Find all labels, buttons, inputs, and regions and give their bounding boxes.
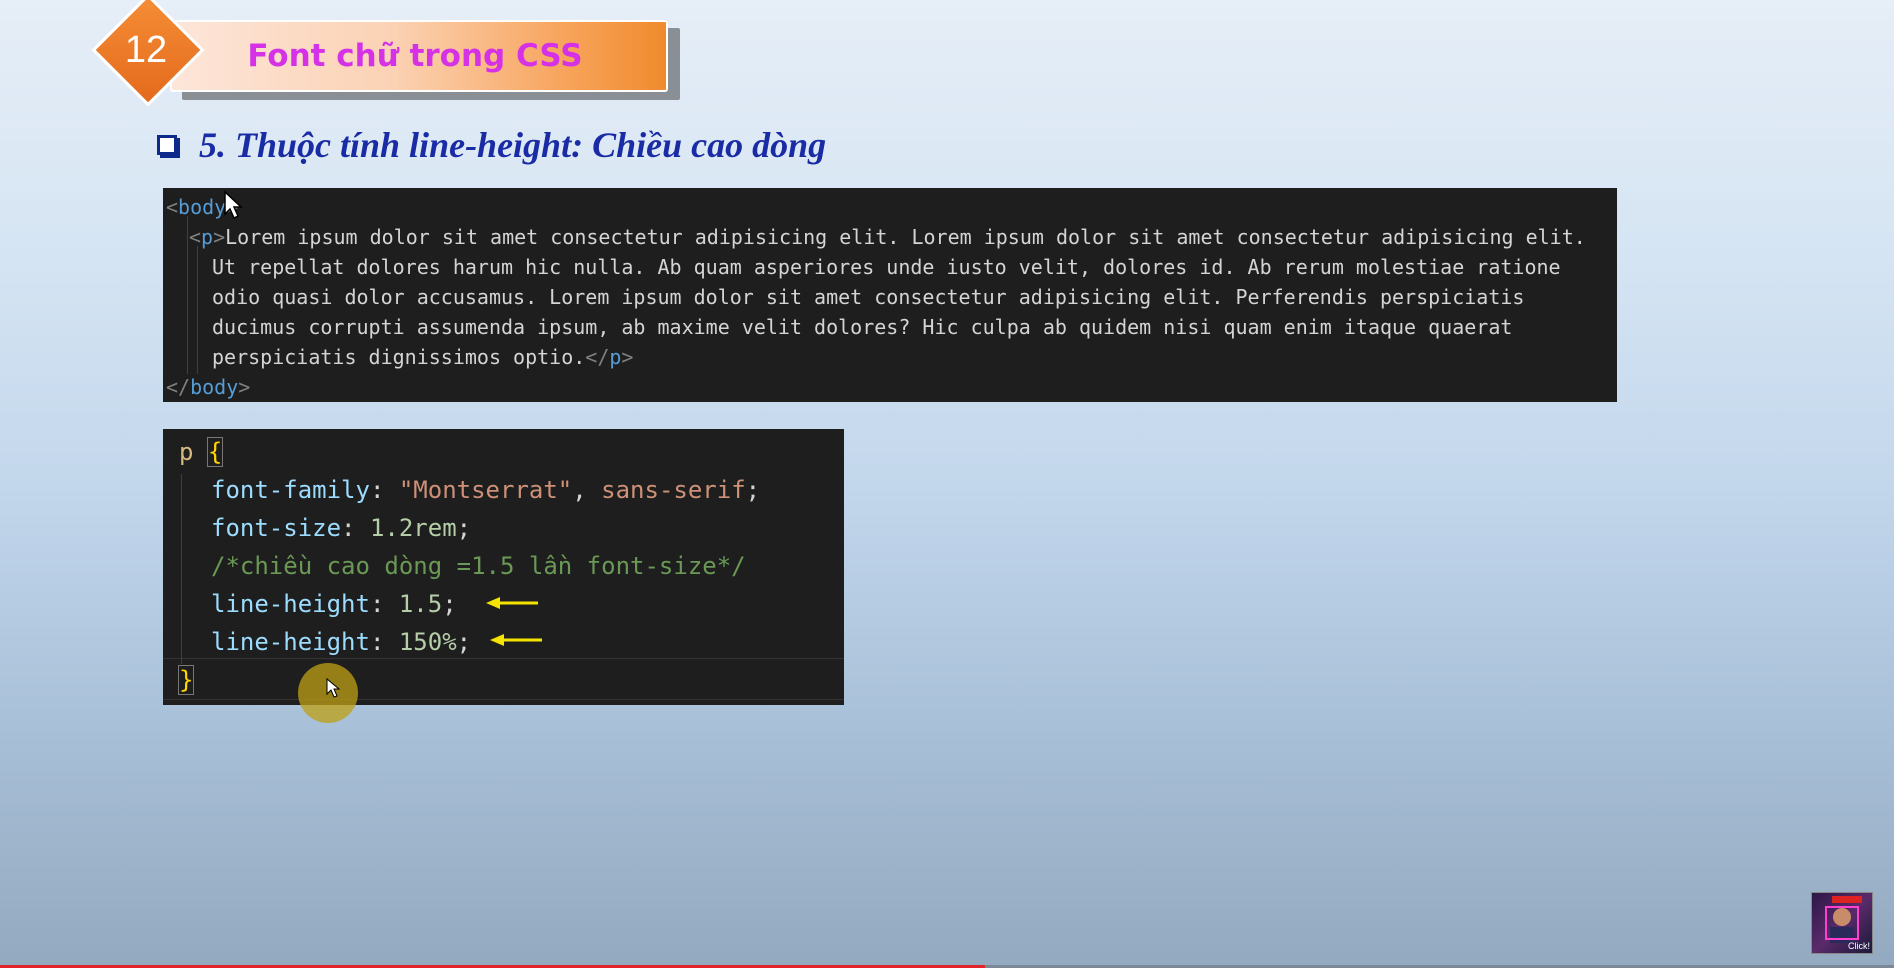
code-line: p { bbox=[179, 437, 224, 467]
code-line: ducimus corrupti assumenda ipsum, ab max… bbox=[212, 315, 1513, 339]
thumbnail-label: Click! bbox=[1848, 941, 1870, 951]
code-line: line-height: 150%; bbox=[211, 628, 472, 656]
lesson-badge: 12 bbox=[91, 0, 205, 108]
code-line: odio quasi dolor accusamus. Lorem ipsum … bbox=[212, 285, 1525, 309]
code-line: } bbox=[177, 665, 195, 695]
code-line: font-family: "Montserrat", sans-serif; bbox=[211, 476, 761, 504]
indent-guide bbox=[187, 216, 188, 374]
slide-title: Font chữ trong CSS bbox=[247, 38, 583, 74]
html-code-block: <body> <p>Lorem ipsum dolor sit amet con… bbox=[163, 188, 1617, 402]
current-line-highlight bbox=[163, 658, 844, 700]
title-banner: Font chữ trong CSS bbox=[170, 20, 668, 92]
css-code-block: p { font-family: "Montserrat", sans-seri… bbox=[163, 429, 844, 705]
code-line: Ut repellat dolores harum hic nulla. Ab … bbox=[212, 255, 1561, 279]
arrow-left-icon bbox=[486, 597, 538, 609]
arrow-left-icon bbox=[490, 634, 542, 646]
lesson-number: 12 bbox=[124, 28, 168, 71]
subscribe-badge-icon bbox=[1832, 896, 1862, 903]
indent-guide bbox=[197, 246, 198, 374]
mouse-pointer-icon bbox=[224, 190, 243, 220]
indent-guide bbox=[181, 474, 182, 664]
code-line: font-size: 1.2rem; bbox=[211, 514, 472, 542]
avatar-icon bbox=[1825, 906, 1859, 943]
code-line: <p>Lorem ipsum dolor sit amet consectetu… bbox=[189, 225, 1586, 249]
channel-thumbnail[interactable]: Click! bbox=[1811, 892, 1873, 954]
mouse-pointer-icon bbox=[326, 677, 341, 698]
code-comment: /*chiều cao dòng =1.5 lần font-size*/ bbox=[211, 552, 746, 580]
code-line: perspiciatis dignissimos optio.</p> bbox=[212, 345, 634, 369]
code-line: </body> bbox=[166, 375, 251, 399]
checkbox-bullet-icon bbox=[157, 135, 177, 155]
heading-text: 5. Thuộc tính line-height: Chiều cao dòn… bbox=[199, 125, 827, 165]
section-heading: 5. Thuộc tính line-height: Chiều cao dòn… bbox=[157, 124, 826, 166]
code-line: line-height: 1.5; bbox=[211, 590, 457, 618]
